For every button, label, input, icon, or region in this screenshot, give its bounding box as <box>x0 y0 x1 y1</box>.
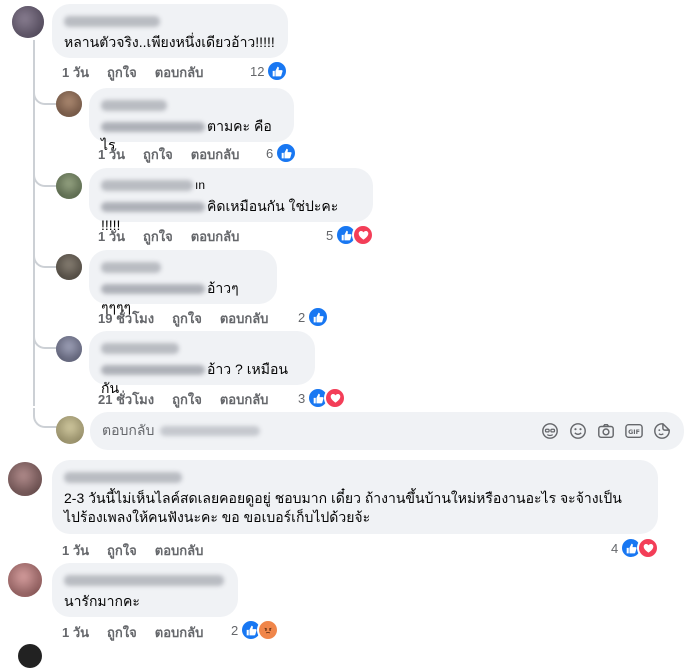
like-reaction-icon <box>307 306 330 328</box>
author-name[interactable] <box>101 100 167 111</box>
comment-actions: 21 ชั่วโมง ถูกใจ ตอบกลับ <box>98 389 286 410</box>
comment-text-line-2: ไปร้องเพลงให้คนฟังนะคะ ขอ ขอเบอร์เก็บไปด… <box>64 509 371 525</box>
reply-button[interactable]: ตอบกลับ <box>220 308 269 329</box>
tagged-name[interactable] <box>101 202 205 213</box>
like-button[interactable]: ถูกใจ <box>172 389 202 410</box>
gif-icon[interactable]: GIF <box>624 421 644 441</box>
avatar[interactable] <box>8 563 42 597</box>
tagged-name[interactable] <box>101 284 205 295</box>
timestamp[interactable]: 1 วัน <box>62 540 89 561</box>
reaction-count: 3 <box>298 390 306 406</box>
timestamp[interactable]: 1 วัน <box>62 622 89 643</box>
reply-input[interactable]: ตอบกลับ GIF <box>90 412 684 450</box>
timestamp[interactable]: 1 วัน <box>98 226 125 247</box>
reaction-count: 5 <box>326 227 334 243</box>
avatar[interactable] <box>12 6 44 38</box>
reaction-summary[interactable]: 6 <box>266 142 298 164</box>
like-button[interactable]: ถูกใจ <box>107 622 137 643</box>
tagged-name[interactable] <box>101 122 205 133</box>
timestamp[interactable]: 19 ชั่วโมง <box>98 308 154 329</box>
love-reaction-icon <box>324 387 347 409</box>
reply-bubble: ตามคะ คือไร <box>89 88 294 153</box>
author-name[interactable] <box>64 575 224 586</box>
comment-text: หลานตัวจริง..เพียงหนึ่งเดียวอ้าว!!!!! <box>64 34 275 50</box>
love-reaction-icon <box>352 224 375 246</box>
timestamp[interactable]: 1 วัน <box>62 62 89 83</box>
svg-text:GIF: GIF <box>628 429 640 436</box>
composer-tools: GIF <box>540 421 672 441</box>
like-button[interactable]: ถูกใจ <box>172 308 202 329</box>
author-name[interactable] <box>101 180 193 191</box>
reply-button[interactable]: ตอบกลับ <box>191 144 240 165</box>
reply-bubble: อ้าว ? เหมือนกัน <box>89 331 315 396</box>
timestamp[interactable]: 1 วัน <box>98 144 125 165</box>
like-button[interactable]: ถูกใจ <box>107 62 137 83</box>
avatar[interactable] <box>18 644 42 668</box>
timestamp[interactable]: 21 ชั่วโมง <box>98 389 154 410</box>
sticker-icon[interactable] <box>652 421 672 441</box>
reaction-count: 2 <box>231 622 239 638</box>
comment-bubble: 2-3 วันนี้ไม่เห็นไลค์สดเลยคอยดูอยู่ ชอบม… <box>52 460 658 534</box>
comment-actions: 1 วัน ถูกใจ ตอบกลับ <box>98 226 257 247</box>
reply-target-name <box>160 426 261 436</box>
reaction-summary[interactable]: 5 <box>326 224 375 246</box>
emoji-icon[interactable] <box>568 421 588 441</box>
camera-icon[interactable] <box>596 421 616 441</box>
reply-button[interactable]: ตอบกลับ <box>220 389 269 410</box>
like-reaction-icon <box>266 60 289 82</box>
reply-button[interactable]: ตอบกลับ <box>191 226 240 247</box>
reaction-count: 6 <box>266 145 274 161</box>
reply-bubble: ın คิดเหมือนกัน ใช่ปะคะ !!!!! <box>89 168 373 233</box>
author-name-fragment: ın <box>195 177 206 192</box>
avatar[interactable] <box>56 254 82 280</box>
current-user-avatar[interactable] <box>56 416 84 444</box>
author-name[interactable] <box>101 343 179 354</box>
comment-bubble: หลานตัวจริง..เพียงหนึ่งเดียวอ้าว!!!!! <box>52 4 288 58</box>
comment-text: นารักมากคะ <box>64 593 140 609</box>
comment-actions: 1 วัน ถูกใจ ตอบกลับ <box>98 144 257 165</box>
reaction-summary[interactable]: 4 <box>611 537 660 559</box>
reaction-count: 4 <box>611 540 619 556</box>
reply-button[interactable]: ตอบกลับ <box>155 62 204 83</box>
comment-actions: 1 วัน ถูกใจ ตอบกลับ <box>62 622 221 643</box>
reaction-summary[interactable]: 3 <box>298 387 347 409</box>
tagged-name[interactable] <box>101 365 205 376</box>
avatar[interactable] <box>56 91 82 117</box>
comment-actions: 1 วัน ถูกใจ ตอบกลับ <box>62 62 221 83</box>
love-reaction-icon <box>637 537 660 559</box>
avatar[interactable] <box>56 173 82 199</box>
comment-actions: 1 วัน ถูกใจ ตอบกลับ <box>62 540 221 561</box>
reply-bubble: อ้าวๆๆๆๆๆ <box>89 250 277 315</box>
reply-placeholder: ตอบกลับ <box>102 422 155 438</box>
comment-text-line-1: 2-3 วันนี้ไม่เห็นไลค์สดเลยคอยดูอยู่ ชอบม… <box>64 490 622 506</box>
avatar[interactable] <box>8 462 42 496</box>
reaction-count: 12 <box>250 63 265 79</box>
author-name[interactable] <box>64 16 160 27</box>
avatar[interactable] <box>56 336 82 362</box>
reaction-summary[interactable]: 12 <box>250 60 289 82</box>
reaction-summary[interactable]: 2 <box>298 306 330 328</box>
author-name[interactable] <box>101 262 161 273</box>
like-reaction-icon <box>275 142 298 164</box>
comment-bubble: นารักมากคะ <box>52 563 238 617</box>
reply-button[interactable]: ตอบกลับ <box>155 540 204 561</box>
reply-button[interactable]: ตอบกลับ <box>155 622 204 643</box>
like-button[interactable]: ถูกใจ <box>143 226 173 247</box>
reaction-count: 2 <box>298 309 306 325</box>
comment-actions: 19 ชั่วโมง ถูกใจ ตอบกลับ <box>98 308 286 329</box>
like-button[interactable]: ถูกใจ <box>107 540 137 561</box>
like-button[interactable]: ถูกใจ <box>143 144 173 165</box>
sticker-face-icon[interactable] <box>540 421 560 441</box>
author-name[interactable] <box>64 472 182 483</box>
reaction-summary[interactable]: 2 <box>231 619 280 641</box>
angry-reaction-icon <box>257 619 280 641</box>
